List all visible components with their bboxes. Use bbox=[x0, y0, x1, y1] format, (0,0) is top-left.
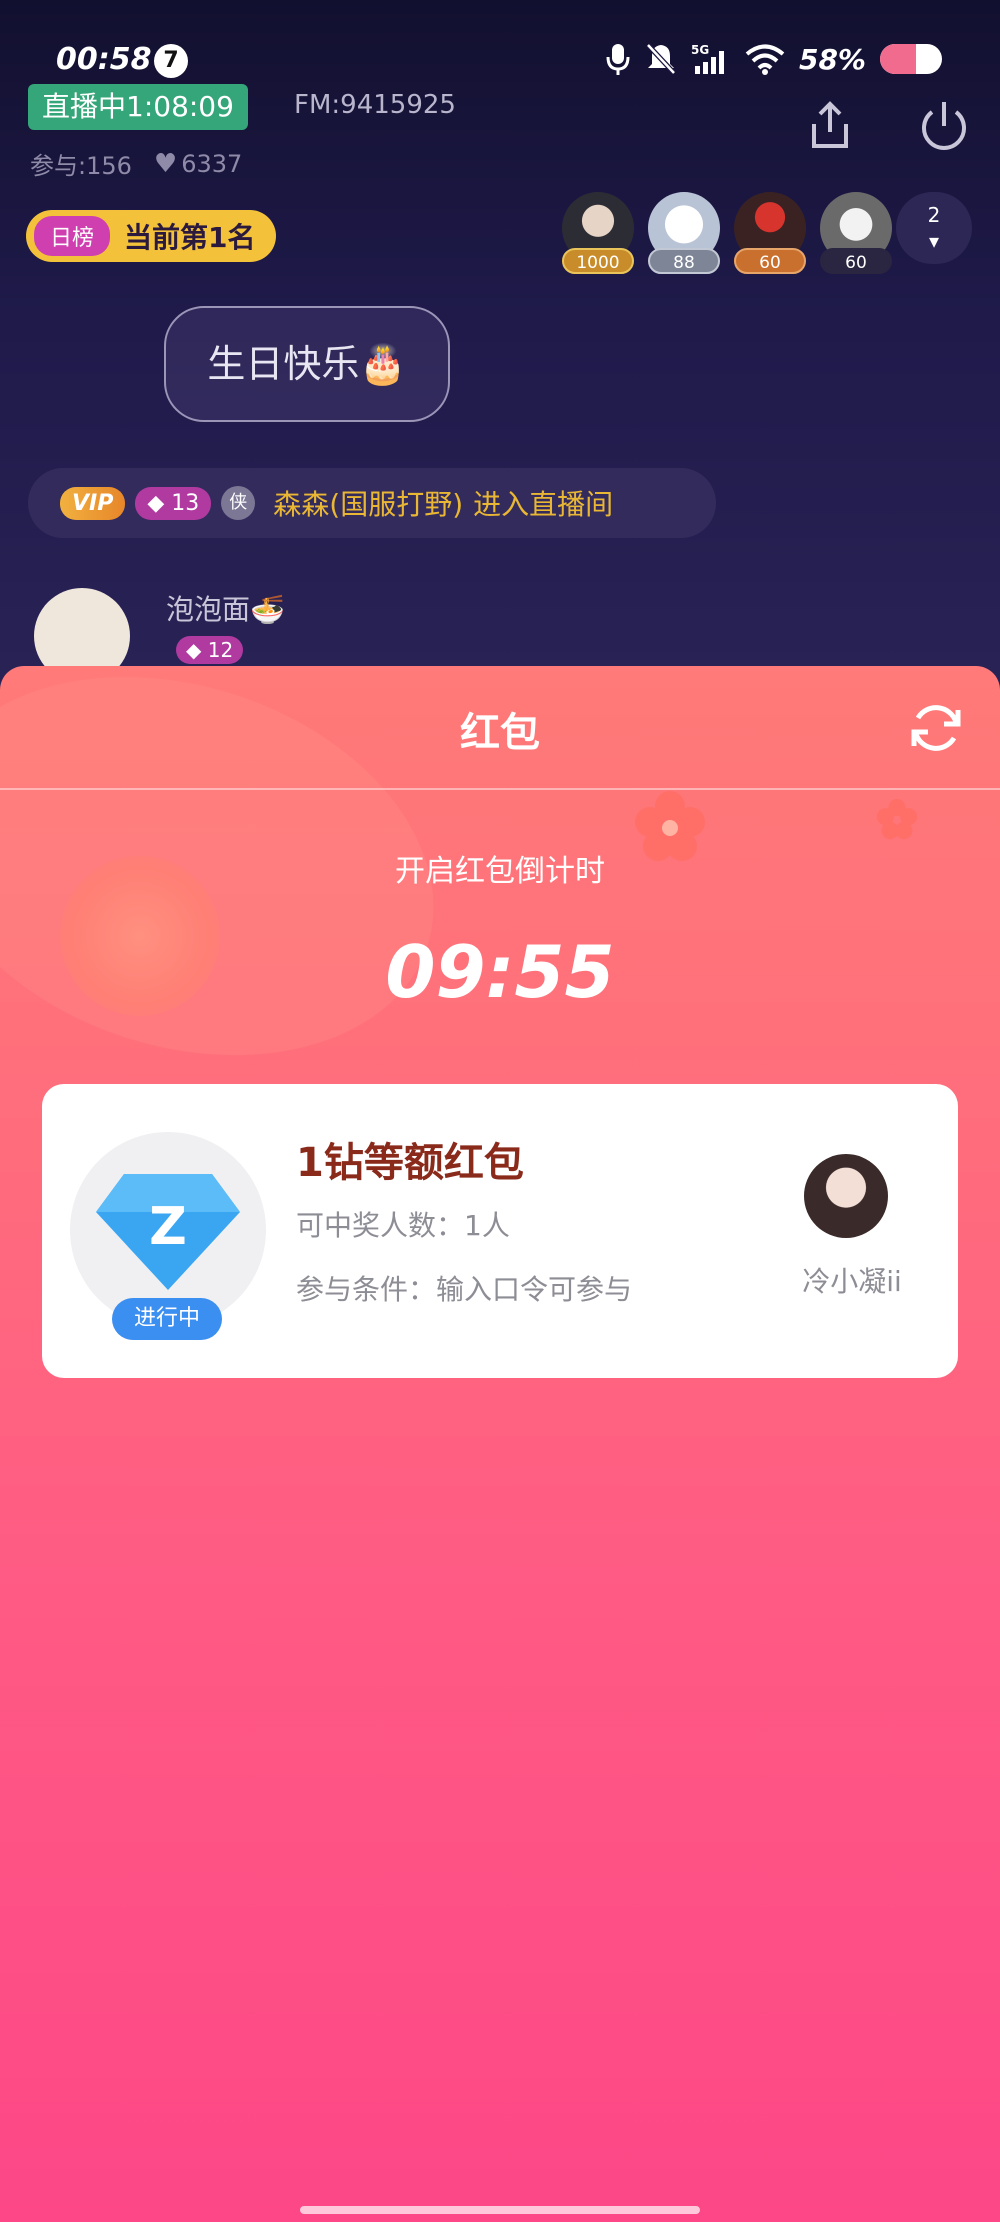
sender-name: 冷小凝ii bbox=[802, 1265, 902, 1298]
red-packet-panel: 红包 开启红包倒计时 09:55 Z 进行中 1钻等额红包 可中奖人数：1人 参… bbox=[0, 666, 1000, 2222]
divider bbox=[0, 788, 1000, 790]
room-stats: 参与:156 ♥ 6337 bbox=[30, 146, 242, 181]
contributor-avatar[interactable]: 60 bbox=[732, 192, 808, 278]
red-packet-card[interactable]: Z 进行中 1钻等额红包 可中奖人数：1人 参与条件：输入口令可参与 冷小凝ii bbox=[42, 1084, 958, 1378]
chat-user-level: ◆ 12 bbox=[176, 636, 244, 664]
notification-badge: 7 bbox=[154, 44, 188, 78]
contributor-avatar[interactable]: 1000 bbox=[560, 192, 636, 278]
chevron-down-icon: ▾ bbox=[928, 229, 940, 253]
flower-icon bbox=[876, 798, 918, 840]
contributor-avatar[interactable]: 88 bbox=[646, 192, 722, 278]
chat-user-name[interactable]: 泡泡面🍜 bbox=[166, 588, 285, 628]
contributor-score: 60 bbox=[734, 248, 806, 274]
entering-user-name[interactable]: 森森(国服打野) bbox=[273, 483, 463, 523]
enter-room-notice: VIP ◆ 13 侠 森森(国服打野) 进入直播间 bbox=[28, 468, 716, 538]
refresh-icon[interactable] bbox=[906, 698, 966, 758]
chat-bubble: 生日快乐🎂 bbox=[164, 306, 450, 422]
microphone-icon bbox=[606, 44, 630, 75]
like-stat: ♥ 6337 bbox=[154, 149, 242, 179]
user-level-badge: ◆ 13 bbox=[135, 486, 212, 520]
battery-icon bbox=[880, 44, 942, 74]
vip-badge: VIP bbox=[60, 486, 126, 520]
enter-message: 进入直播间 bbox=[473, 488, 614, 521]
share-icon[interactable] bbox=[800, 96, 860, 156]
more-contributors-count: 2 bbox=[927, 203, 941, 227]
guard-badge: 侠 bbox=[221, 486, 256, 520]
chat-user-level-value: 12 bbox=[207, 638, 234, 662]
power-icon[interactable] bbox=[914, 96, 974, 156]
heart-icon: ♥ bbox=[153, 148, 178, 179]
user-level-value: 13 bbox=[171, 490, 200, 516]
participant-count: 参与:156 bbox=[30, 152, 132, 180]
panel-title: 红包 bbox=[460, 710, 540, 756]
diamond-icon: Z bbox=[96, 1174, 240, 1290]
winner-count: 可中奖人数：1人 bbox=[296, 1209, 510, 1242]
status-badge: 进行中 bbox=[112, 1298, 222, 1340]
status-bar: 00:58 7 5G 58% bbox=[0, 38, 1000, 88]
contributor-score: 60 bbox=[820, 248, 892, 274]
daily-rank-badge[interactable]: 日榜 当前第1名 bbox=[26, 210, 276, 262]
mute-bell-icon bbox=[646, 43, 676, 75]
status-time: 00:58 bbox=[56, 42, 152, 77]
live-duration-badge: 直播中1:08:09 bbox=[28, 84, 248, 130]
contributor-score: 88 bbox=[648, 248, 720, 274]
signal-icon: 5G bbox=[691, 43, 724, 74]
countdown-label: 开启红包倒计时 bbox=[395, 854, 605, 889]
wifi-icon bbox=[745, 44, 785, 75]
contributor-score: 1000 bbox=[562, 248, 634, 274]
daily-rank-tag: 日榜 bbox=[34, 216, 111, 256]
participation-condition: 参与条件：输入口令可参与 bbox=[296, 1273, 633, 1306]
like-count: 6337 bbox=[181, 149, 243, 178]
status-icons: 5G 58% bbox=[605, 42, 942, 76]
more-contributors-button[interactable]: 2 ▾ bbox=[896, 192, 972, 264]
svg-text:5G: 5G bbox=[691, 43, 709, 57]
sender-avatar[interactable] bbox=[804, 1154, 888, 1238]
diamond-letter: Z bbox=[149, 1197, 187, 1257]
home-indicator[interactable] bbox=[300, 2206, 700, 2214]
battery-level bbox=[880, 44, 916, 74]
contributor-avatar[interactable]: 60 bbox=[818, 192, 894, 278]
room-fm-id: FM:9415925 bbox=[294, 90, 456, 120]
battery-percent: 58% bbox=[798, 42, 866, 76]
packet-title: 1钻等额红包 bbox=[296, 1140, 524, 1186]
countdown-timer: 09:55 bbox=[385, 930, 615, 1014]
top-contributors: 1000 88 60 60 bbox=[560, 192, 894, 278]
daily-rank-text: 当前第1名 bbox=[124, 221, 256, 254]
